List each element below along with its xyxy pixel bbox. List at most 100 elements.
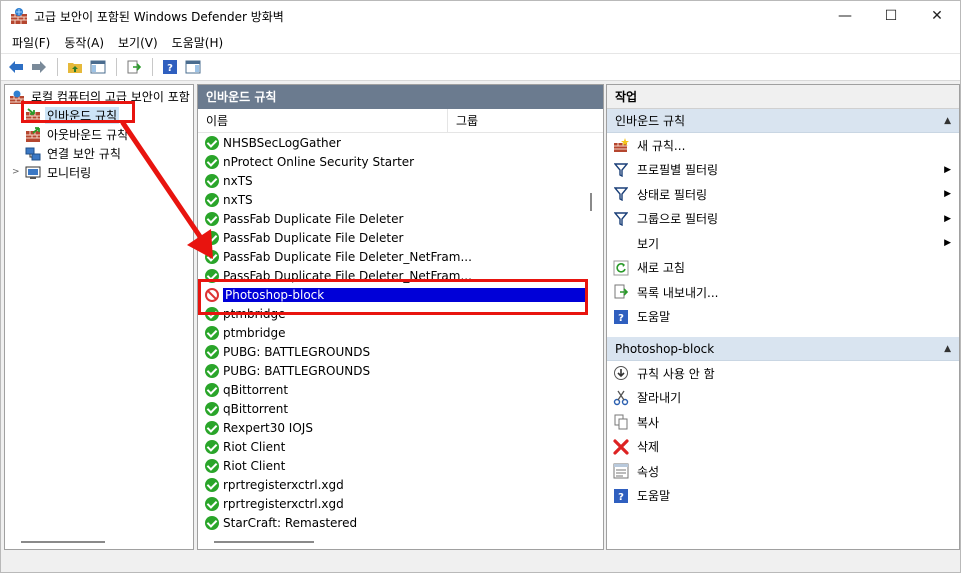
table-row[interactable]: qBittorrent	[198, 380, 603, 399]
action-item[interactable]: ? 도움말	[607, 484, 959, 509]
expand-chevron-icon[interactable]: >	[12, 167, 20, 177]
actions-section-inbound-rules[interactable]: 인바운드 규칙 ▲	[607, 109, 959, 133]
column-header-group[interactable]: 그룹	[448, 109, 478, 133]
table-row[interactable]: qBittorrent	[198, 399, 603, 418]
allow-status-icon	[205, 230, 219, 245]
table-row[interactable]: rprtregisterxctrl.xgd	[198, 475, 603, 494]
action-item[interactable]: ? 도움말	[607, 305, 959, 330]
rule-name: Photoshop-block	[223, 287, 585, 302]
tree-item-connection-security-rules[interactable]: 연결 보안 규칙	[5, 144, 193, 163]
filter-icon	[613, 162, 629, 178]
action-item[interactable]: 속성	[607, 459, 959, 484]
action-label: 새 규칙...	[637, 138, 686, 153]
section-title: Photoshop-block	[615, 342, 715, 356]
table-row[interactable]: Rexpert30 IOJS	[198, 418, 603, 437]
allow-status-icon	[205, 477, 219, 492]
table-row[interactable]: PassFab Duplicate File Deleter_NetFram..…	[198, 247, 603, 266]
tree-item-monitoring[interactable]: > 모니터링	[5, 163, 193, 182]
close-button[interactable]: ✕	[914, 1, 960, 31]
collapse-caret-icon[interactable]: ▲	[944, 337, 951, 361]
action-item[interactable]: 목록 내보내기...	[607, 280, 959, 305]
rule-name: Rexpert30 IOJS	[223, 420, 313, 435]
action-label: 새로 고침	[637, 261, 685, 276]
horizontal-scrollbar[interactable]	[21, 541, 105, 543]
action-item[interactable]: 삭제	[607, 435, 959, 460]
rule-name: NHSBSecLogGather	[223, 135, 341, 150]
tree-item-inbound-rules[interactable]: 인바운드 규칙	[5, 106, 193, 125]
help-icon: ?	[613, 488, 629, 504]
maximize-button[interactable]: ☐	[868, 1, 914, 31]
allow-status-icon	[205, 458, 219, 473]
action-item[interactable]: 그룹으로 필터링 ▶	[607, 207, 959, 232]
table-row[interactable]: Photoshop-block	[198, 285, 603, 304]
table-row[interactable]: rprtregisterxctrl.xgd	[198, 494, 603, 513]
action-item[interactable]: 상태로 필터링 ▶	[607, 182, 959, 207]
svg-text:?: ?	[167, 63, 173, 74]
submenu-arrow-icon: ▶	[944, 189, 951, 200]
table-row[interactable]: ptmbridge	[198, 304, 603, 323]
table-row[interactable]: StarCraft: Remastered	[198, 513, 603, 532]
rule-name: PUBG: BATTLEGROUNDS	[223, 363, 371, 378]
title-bar: 고급 보안이 포함된 Windows Defender 방화벽 — ☐ ✕	[1, 1, 960, 31]
action-label: 잘라내기	[637, 391, 682, 406]
table-row[interactable]: nxTS	[198, 171, 603, 190]
tree-root[interactable]: 로컬 컴퓨터의 고급 보안이 포함	[5, 87, 193, 106]
table-row[interactable]: NHSBSecLogGather	[198, 133, 603, 152]
firewall-app-icon	[10, 7, 28, 25]
horizontal-scrollbar[interactable]	[214, 541, 314, 543]
action-item[interactable]: 잘라내기	[607, 386, 959, 411]
action-label: 속성	[637, 464, 660, 479]
up-folder-icon[interactable]	[64, 56, 86, 78]
export-list-icon[interactable]	[123, 56, 145, 78]
table-row[interactable]: nxTS	[198, 190, 603, 209]
export-icon	[613, 284, 629, 300]
tree-item-outbound-rules[interactable]: 아웃바운드 규칙	[5, 125, 193, 144]
table-row[interactable]: PassFab Duplicate File Deleter_NetFram..…	[198, 266, 603, 285]
action-item[interactable]: 프로필별 필터링 ▶	[607, 158, 959, 183]
rule-name: PassFab Duplicate File Deleter_NetFram..…	[223, 249, 472, 264]
forward-icon[interactable]	[28, 56, 50, 78]
firewall-window: 고급 보안이 포함된 Windows Defender 방화벽 — ☐ ✕ 파일…	[0, 0, 961, 573]
table-row[interactable]: Riot Client	[198, 456, 603, 475]
menu-view[interactable]: 보기(V)	[111, 34, 165, 51]
action-item[interactable]: 복사	[607, 410, 959, 435]
toolbar-separator	[116, 58, 117, 76]
table-row[interactable]: PUBG: BATTLEGROUNDS	[198, 361, 603, 380]
rule-name: PUBG: BATTLEGROUNDS	[223, 344, 371, 359]
vertical-scrollbar[interactable]	[590, 193, 592, 211]
tree-item-label: 인바운드 규칙	[45, 107, 120, 124]
table-row[interactable]: ptmbridge	[198, 323, 603, 342]
menu-action[interactable]: 동작(A)	[57, 34, 111, 51]
table-row[interactable]: PUBG: BATTLEGROUNDS	[198, 342, 603, 361]
action-item[interactable]: 새로 고침	[607, 256, 959, 281]
collapse-caret-icon[interactable]: ▲	[944, 109, 951, 133]
minimize-button[interactable]: —	[822, 1, 868, 31]
help-icon: ?	[613, 309, 629, 325]
help-icon[interactable]: ?	[159, 56, 181, 78]
action-item[interactable]: 보기 ▶	[607, 231, 959, 256]
column-header-name[interactable]: 이름	[198, 108, 448, 133]
copy-icon	[613, 414, 629, 430]
table-row[interactable]: Riot Client	[198, 437, 603, 456]
back-icon[interactable]	[5, 56, 27, 78]
table-row[interactable]: PassFab Duplicate File Deleter	[198, 209, 603, 228]
rule-name: qBittorrent	[223, 401, 289, 416]
table-row[interactable]: PassFab Duplicate File Deleter	[198, 228, 603, 247]
menu-file[interactable]: 파일(F)	[5, 34, 57, 51]
rule-name: rprtregisterxctrl.xgd	[223, 477, 344, 492]
table-row[interactable]: nProtect Online Security Starter	[198, 152, 603, 171]
allow-status-icon	[205, 154, 219, 169]
toolbar: ?	[1, 53, 960, 81]
show-action-pane-icon[interactable]	[182, 56, 204, 78]
show-hide-tree-icon[interactable]	[87, 56, 109, 78]
console-tree-pane: 로컬 컴퓨터의 고급 보안이 포함 인바운드 규칙 아웃바운드 규칙 연결 보안…	[4, 84, 194, 550]
action-item[interactable]: 규칙 사용 안 함	[607, 361, 959, 386]
action-item[interactable]: 새 규칙...	[607, 133, 959, 158]
actions-section-selected-rule[interactable]: Photoshop-block ▲	[607, 337, 959, 361]
rule-name: qBittorrent	[223, 382, 289, 397]
menu-help[interactable]: 도움말(H)	[165, 34, 231, 51]
allow-status-icon	[205, 192, 219, 207]
action-label: 상태로 필터링	[637, 187, 708, 202]
action-label: 도움말	[637, 310, 671, 325]
toolbar-separator	[152, 58, 153, 76]
